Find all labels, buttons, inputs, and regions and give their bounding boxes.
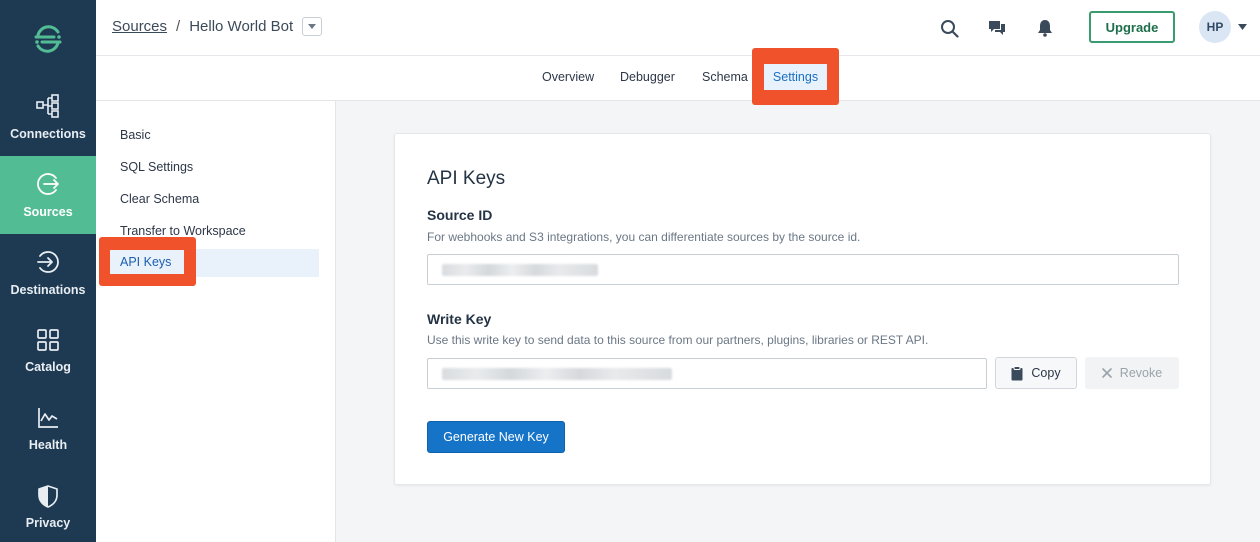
nav-item-health[interactable]: Health [0, 390, 96, 468]
source-id-redacted [442, 263, 598, 276]
copy-label: Copy [1031, 366, 1061, 380]
write-key-label: Write Key [427, 311, 492, 327]
write-key-redacted [442, 367, 672, 380]
privacy-icon [38, 485, 58, 508]
segment-logo[interactable] [0, 0, 96, 78]
search-button[interactable] [938, 17, 960, 39]
chat-button[interactable] [986, 17, 1008, 39]
nav-label-destinations: Destinations [10, 283, 86, 297]
generate-new-key-button[interactable]: Generate New Key [427, 421, 565, 453]
nav-item-sources[interactable]: Sources [0, 156, 96, 234]
caret-down-icon [308, 24, 317, 29]
source-id-label: Source ID [427, 207, 493, 223]
nav-label-sources: Sources [23, 205, 73, 219]
tab-settings[interactable]: Settings [764, 64, 827, 90]
bell-icon [1038, 20, 1052, 37]
nav-label-catalog: Catalog [25, 360, 71, 374]
settings-item-sql-settings[interactable]: SQL Settings [120, 160, 193, 174]
revoke-button[interactable]: Revoke [1085, 357, 1179, 389]
chat-icon [989, 20, 1005, 35]
api-keys-card: API Keys Source ID For webhooks and S3 i… [394, 133, 1211, 485]
notifications-button[interactable] [1034, 17, 1056, 39]
sources-icon [37, 173, 59, 195]
catalog-icon [37, 329, 59, 351]
card-title: API Keys [427, 168, 506, 189]
tabs-bar: Overview Debugger Schema Settings [96, 48, 1260, 105]
source-id-description: For webhooks and S3 integrations, you ca… [427, 230, 861, 244]
settings-item-transfer-workspace[interactable]: Transfer to Workspace [120, 224, 246, 238]
avatar-caret-down-icon[interactable] [1238, 24, 1247, 30]
nav-item-destinations[interactable]: Destinations [0, 234, 96, 312]
settings-item-clear-schema[interactable]: Clear Schema [120, 192, 199, 206]
search-icon [940, 19, 959, 38]
nav-label-health: Health [28, 438, 68, 452]
upgrade-button[interactable]: Upgrade [1089, 11, 1175, 43]
destinations-icon [37, 251, 59, 273]
nav-item-connections[interactable]: Connections [0, 78, 96, 156]
breadcrumb: Sources / Hello World Bot [112, 17, 323, 36]
write-key-field[interactable] [427, 358, 987, 389]
write-key-description: Use this write key to send data to this … [427, 333, 929, 347]
copy-button[interactable]: Copy [995, 357, 1077, 389]
tab-overview[interactable]: Overview [542, 70, 594, 84]
tab-settings-highlight: Settings [752, 48, 839, 105]
avatar[interactable]: HP [1199, 11, 1231, 43]
nav-item-catalog[interactable]: Catalog [0, 312, 96, 390]
clipboard-icon [1011, 365, 1023, 380]
logo-icon [34, 25, 62, 53]
revoke-label: Revoke [1119, 366, 1163, 380]
health-icon [38, 408, 58, 428]
breadcrumb-sources-link[interactable]: Sources [112, 18, 167, 35]
nav-item-privacy[interactable]: Privacy [0, 468, 96, 542]
left-nav: Connections Sources Destinations Catalog… [0, 0, 96, 542]
tab-debugger[interactable]: Debugger [620, 70, 675, 84]
breadcrumb-current: Hello World Bot [189, 18, 294, 35]
settings-item-api-keys[interactable]: API Keys [110, 250, 184, 274]
source-id-field[interactable] [427, 254, 1179, 285]
settings-item-api-keys-highlight: API Keys [99, 237, 196, 286]
connections-icon [36, 94, 59, 118]
close-icon [1101, 368, 1112, 378]
nav-label-connections: Connections [10, 127, 86, 141]
top-bar: Sources / Hello World Bot Upgrade HP [96, 0, 1260, 56]
tab-schema[interactable]: Schema [702, 70, 748, 84]
source-switcher-button[interactable] [302, 17, 323, 36]
nav-label-privacy: Privacy [25, 516, 71, 530]
settings-sidebar: Basic SQL Settings Clear Schema Transfer… [96, 101, 336, 542]
settings-item-basic[interactable]: Basic [120, 128, 151, 142]
breadcrumb-separator: / [176, 18, 181, 35]
